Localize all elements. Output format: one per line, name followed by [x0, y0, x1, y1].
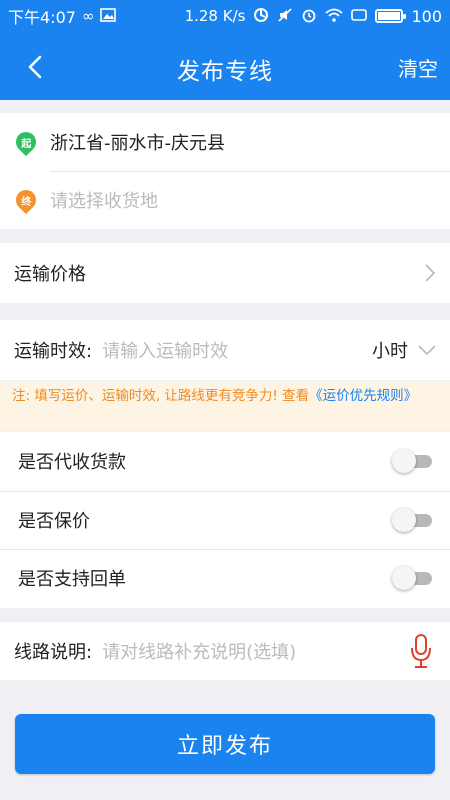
- status-bar: 下午4:07 ∞ 1.28 K/s 100: [0, 0, 450, 32]
- description-input[interactable]: 请对线路补充说明(选填): [102, 638, 296, 664]
- transit-time-label: 运输时效:: [14, 341, 93, 362]
- time-unit-value: 小时: [372, 341, 408, 362]
- insurance-toggle-row: 是否保价: [0, 490, 450, 550]
- origin-field[interactable]: 起 浙江省-丽水市-庆元县: [0, 113, 450, 171]
- destination-field[interactable]: 终 请选择收货地: [0, 171, 450, 229]
- clear-button[interactable]: 清空: [398, 53, 438, 82]
- receipt-switch[interactable]: [392, 566, 432, 591]
- battery-icon: [375, 9, 407, 23]
- origin-pin-icon: 起: [11, 127, 41, 157]
- screen-icon: [351, 8, 368, 25]
- chevron-right-icon: [425, 264, 436, 282]
- transit-time-row: 运输时效: 请输入运输时效 小时: [0, 320, 450, 380]
- route-card: 起 浙江省-丽水市-庆元县 终 请选择收货地: [0, 113, 450, 229]
- options-card: 是否代收货款 是否保价 是否支持回单: [0, 432, 450, 608]
- microphone-button[interactable]: [406, 629, 436, 673]
- cod-toggle-row: 是否代收货款: [0, 432, 450, 491]
- destination-pin-icon: 终: [11, 185, 41, 215]
- header: 发布专线 清空: [0, 32, 450, 100]
- description-label: 线路说明:: [14, 642, 93, 663]
- notice-text: 注: 填写运价、运输时效, 让路线更有竞争力! 查看: [12, 388, 310, 404]
- alarm-icon: [301, 7, 317, 26]
- wifi-icon: [325, 8, 344, 25]
- mute-icon: [277, 7, 293, 26]
- origin-value: 浙江省-丽水市-庆元县: [50, 133, 225, 154]
- infinity-icon: ∞: [81, 6, 95, 25]
- publish-button[interactable]: 立即发布: [15, 714, 435, 774]
- insurance-label: 是否保价: [18, 510, 90, 532]
- network-speed: 1.28 K/s: [184, 7, 246, 25]
- receipt-toggle-row: 是否支持回单: [0, 549, 450, 608]
- page-title: 发布专线: [177, 59, 273, 85]
- sync-icon: [253, 7, 269, 26]
- cod-label: 是否代收货款: [18, 452, 126, 474]
- microphone-icon: [411, 634, 431, 668]
- transit-time-input[interactable]: 请输入运输时效: [102, 337, 228, 363]
- chevron-down-icon: [418, 345, 436, 355]
- notice-banner: 注: 填写运价、运输时效, 让路线更有竞争力! 查看《运价优先规则》: [0, 381, 450, 431]
- battery-level: 100: [411, 6, 442, 26]
- status-time: 下午4:07: [8, 8, 76, 27]
- destination-placeholder: 请选择收货地: [50, 191, 158, 212]
- pricing-rules-link[interactable]: 《运价优先规则》: [309, 388, 417, 404]
- cod-switch[interactable]: [392, 449, 432, 474]
- description-row: 线路说明: 请对线路补充说明(选填): [0, 622, 450, 680]
- time-unit-select[interactable]: 小时: [372, 337, 436, 363]
- insurance-switch[interactable]: [392, 507, 432, 532]
- price-label: 运输价格: [14, 264, 86, 285]
- receipt-label: 是否支持回单: [18, 569, 126, 591]
- image-icon: [100, 7, 117, 25]
- price-row[interactable]: 运输价格: [0, 243, 450, 303]
